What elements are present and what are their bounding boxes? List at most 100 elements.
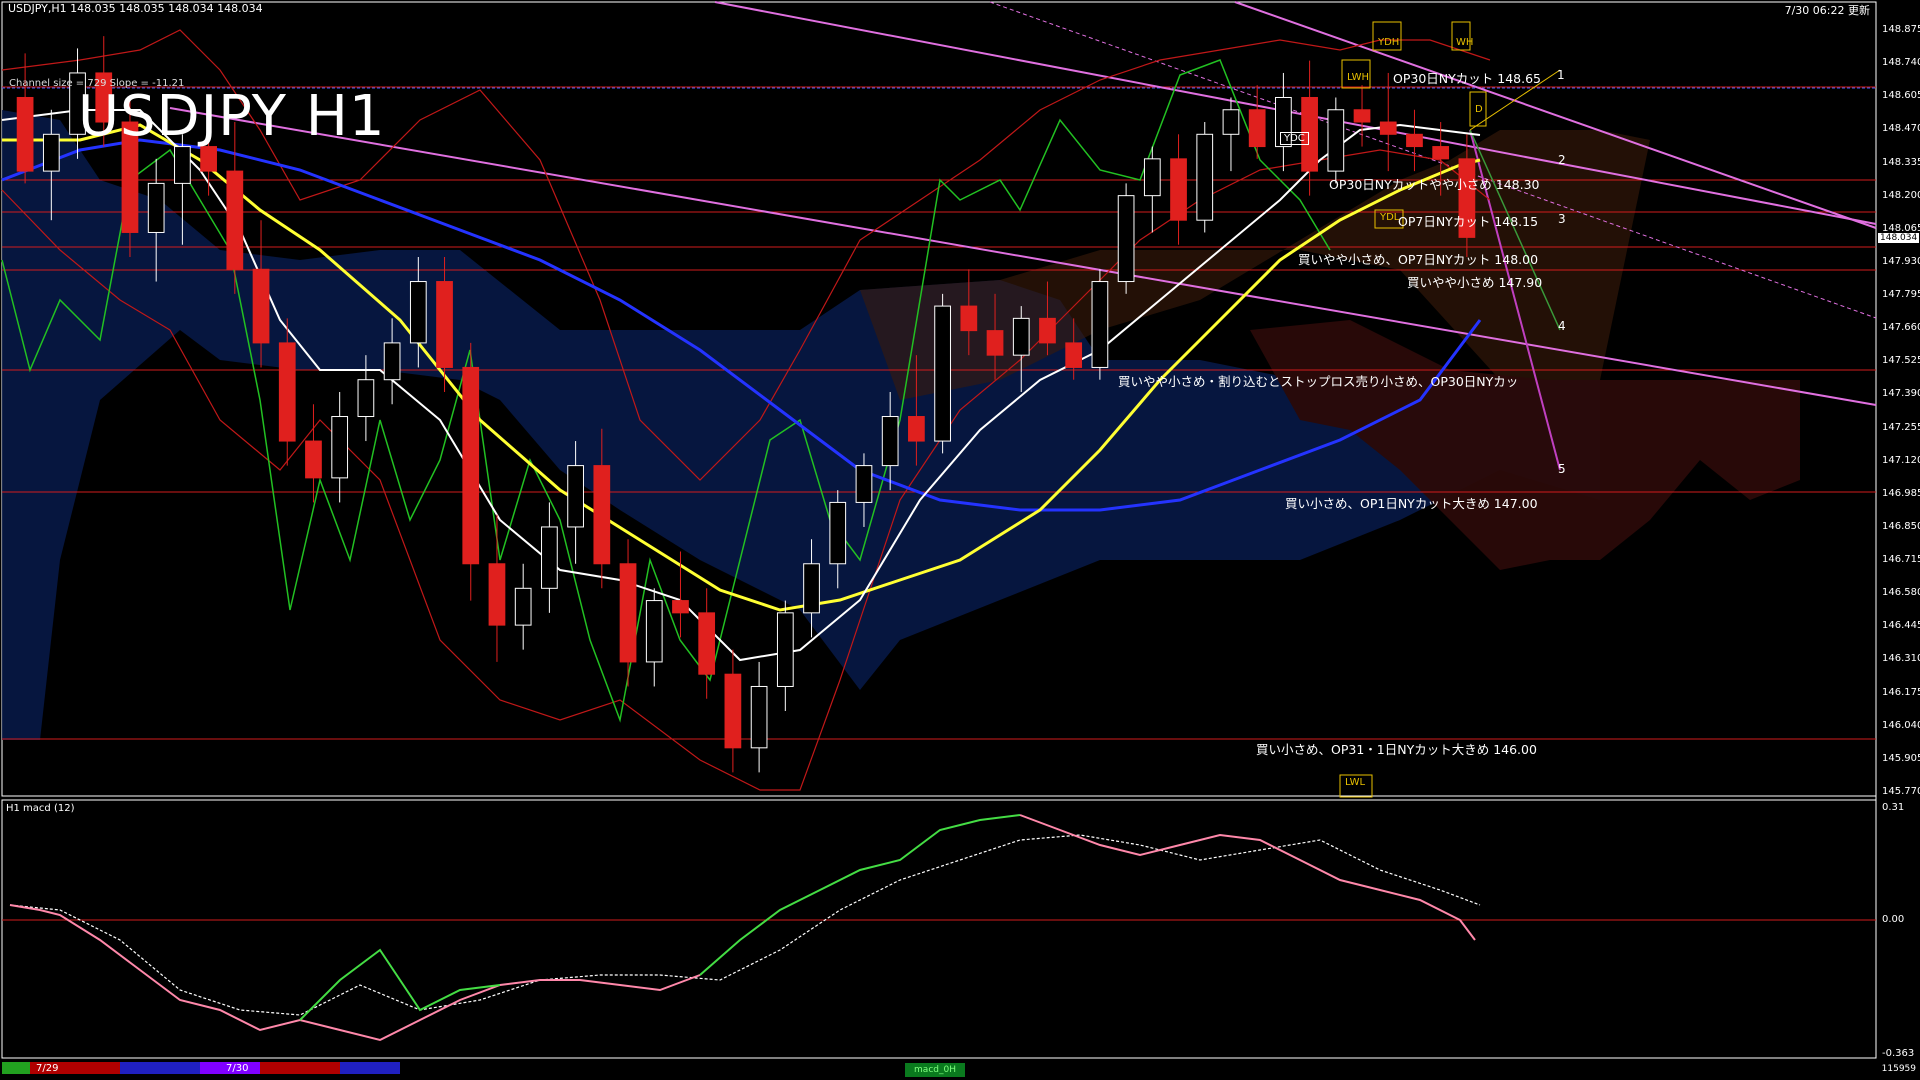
candle-body [645, 600, 663, 663]
candle-body [278, 342, 296, 442]
big-title: USDJPY H1 [78, 84, 386, 149]
y-tick-label: 148.605 [1882, 90, 1920, 102]
candle-body [488, 563, 506, 626]
candle-body [200, 146, 217, 172]
candle-body [750, 685, 768, 749]
candle-body [934, 305, 951, 442]
level-label-3: OP7日NYカット 148.15 [1398, 214, 1539, 229]
volume-label: 115959 [1881, 1064, 1916, 1074]
candle-body [855, 465, 873, 503]
channel-num-1: 1 [1557, 68, 1565, 82]
level-label-2: OP30日NYカットやや小さめ 148.30 [1329, 177, 1540, 192]
current-price-tag: 148.034 [1878, 233, 1920, 243]
candle-body [383, 342, 401, 381]
macd-axis-zero: 0.00 [1882, 914, 1905, 925]
candle-body [1170, 158, 1187, 221]
candle-body [174, 146, 191, 184]
candle-body [1327, 109, 1345, 172]
date-label-1: 7/29 [36, 1063, 59, 1074]
channel-num-2: 2 [1558, 153, 1566, 167]
candle-body [986, 330, 1004, 356]
channel-num-5: 5 [1558, 462, 1566, 476]
y-tick-label: 147.795 [1882, 289, 1920, 301]
candle-body [1117, 195, 1135, 283]
y-tick-label: 147.390 [1882, 388, 1920, 400]
y-tick-label: 147.660 [1882, 322, 1920, 334]
candle-body [908, 416, 925, 442]
candle-body [305, 440, 322, 479]
y-tick-label: 147.120 [1882, 454, 1920, 466]
channel-info: Channel size = 729 Slope = -11.21 [9, 78, 185, 89]
level-label-6: 買いやや小さめ・割り込むとストップロス売り小さめ、OP30日NYカッ [1118, 374, 1519, 389]
level-label-5: 買いやや小さめ 147.90 [1407, 275, 1543, 290]
y-tick-label: 148.875 [1882, 24, 1920, 35]
y-tick-label: 145.770 [1882, 786, 1920, 797]
candle-body [1222, 109, 1240, 135]
level-label-4: 買いやや小さめ、OP7日NYカット 148.00 [1298, 252, 1539, 267]
candle-body [567, 465, 584, 528]
macd-axis-top: 0.31 [1882, 802, 1905, 813]
candle-body [619, 563, 637, 663]
candle-body [226, 170, 244, 270]
box-lwl: LWL [1345, 777, 1366, 788]
candle-body [42, 133, 60, 172]
level-label-1: OP30日NYカット 148.65 [1393, 71, 1541, 86]
channel-num-4: 4 [1558, 319, 1566, 333]
y-tick-label: 148.335 [1882, 156, 1920, 168]
candle-body [803, 563, 820, 614]
channel-num-3: 3 [1558, 212, 1566, 226]
price-chart[interactable] [0, 0, 1920, 1080]
box-lwh: LWH [1347, 72, 1370, 83]
box-wh: WH [1456, 37, 1474, 48]
candle-body [724, 673, 742, 749]
candle-body [1406, 133, 1423, 148]
y-tick-label: 148.740 [1882, 57, 1920, 69]
candle-body [672, 600, 689, 614]
macd-axis-bottom: -0.363 [1882, 1048, 1915, 1059]
y-tick-label: 146.175 [1882, 686, 1920, 698]
candle-body [1143, 158, 1161, 197]
candle-body [1065, 342, 1083, 368]
candle-body [1012, 317, 1030, 356]
candle-body [1432, 146, 1450, 160]
date-label-2: 7/30 [226, 1063, 249, 1074]
macd-signal [9, 834, 1481, 1016]
macd-tab[interactable]: macd_0H [905, 1063, 965, 1077]
y-tick-label: 148.470 [1882, 123, 1920, 135]
candle-body [776, 612, 794, 687]
candle-body [462, 366, 480, 565]
macd-line-down [9, 904, 701, 1042]
candle-body [1379, 121, 1397, 135]
box-ydc: YDC [1280, 132, 1309, 145]
y-tick-label: 145.905 [1882, 752, 1920, 764]
y-tick-label: 146.310 [1882, 653, 1920, 665]
macd-title: H1 macd (12) [6, 803, 75, 814]
candle-body [514, 587, 532, 626]
y-tick-label: 146.715 [1882, 554, 1920, 566]
candle-body [541, 526, 558, 589]
level-label-7: 買い小さめ、OP1日NYカット大きめ 147.00 [1285, 496, 1538, 511]
channel-line-upper [714, 1, 1877, 225]
candle-body [16, 96, 34, 172]
macd-panel-frame [1, 799, 1877, 1059]
y-tick-label: 146.580 [1882, 587, 1920, 599]
candle-body [147, 182, 165, 233]
macd-line-down2 [1019, 814, 1476, 941]
y-tick-label: 146.850 [1882, 520, 1920, 532]
box-d: D [1475, 104, 1483, 115]
y-tick-label: 147.255 [1882, 421, 1920, 433]
y-tick-label: 146.445 [1882, 620, 1920, 632]
candle-body [881, 416, 899, 467]
candle-body [1353, 109, 1371, 123]
candle-body [1248, 109, 1266, 148]
level-label-8: 買い小さめ、OP31・1日NYカット大きめ 146.00 [1256, 742, 1537, 757]
candle-body [252, 268, 270, 344]
y-tick-label: 147.930 [1882, 255, 1920, 267]
candle-body [357, 379, 375, 418]
candle-body [829, 501, 847, 565]
y-tick-label: 146.985 [1882, 487, 1920, 499]
candle-body [960, 305, 978, 332]
box-ydh: YDH [1378, 37, 1400, 48]
y-tick-label: 148.200 [1882, 189, 1920, 201]
y-tick-label: 146.040 [1882, 719, 1920, 731]
